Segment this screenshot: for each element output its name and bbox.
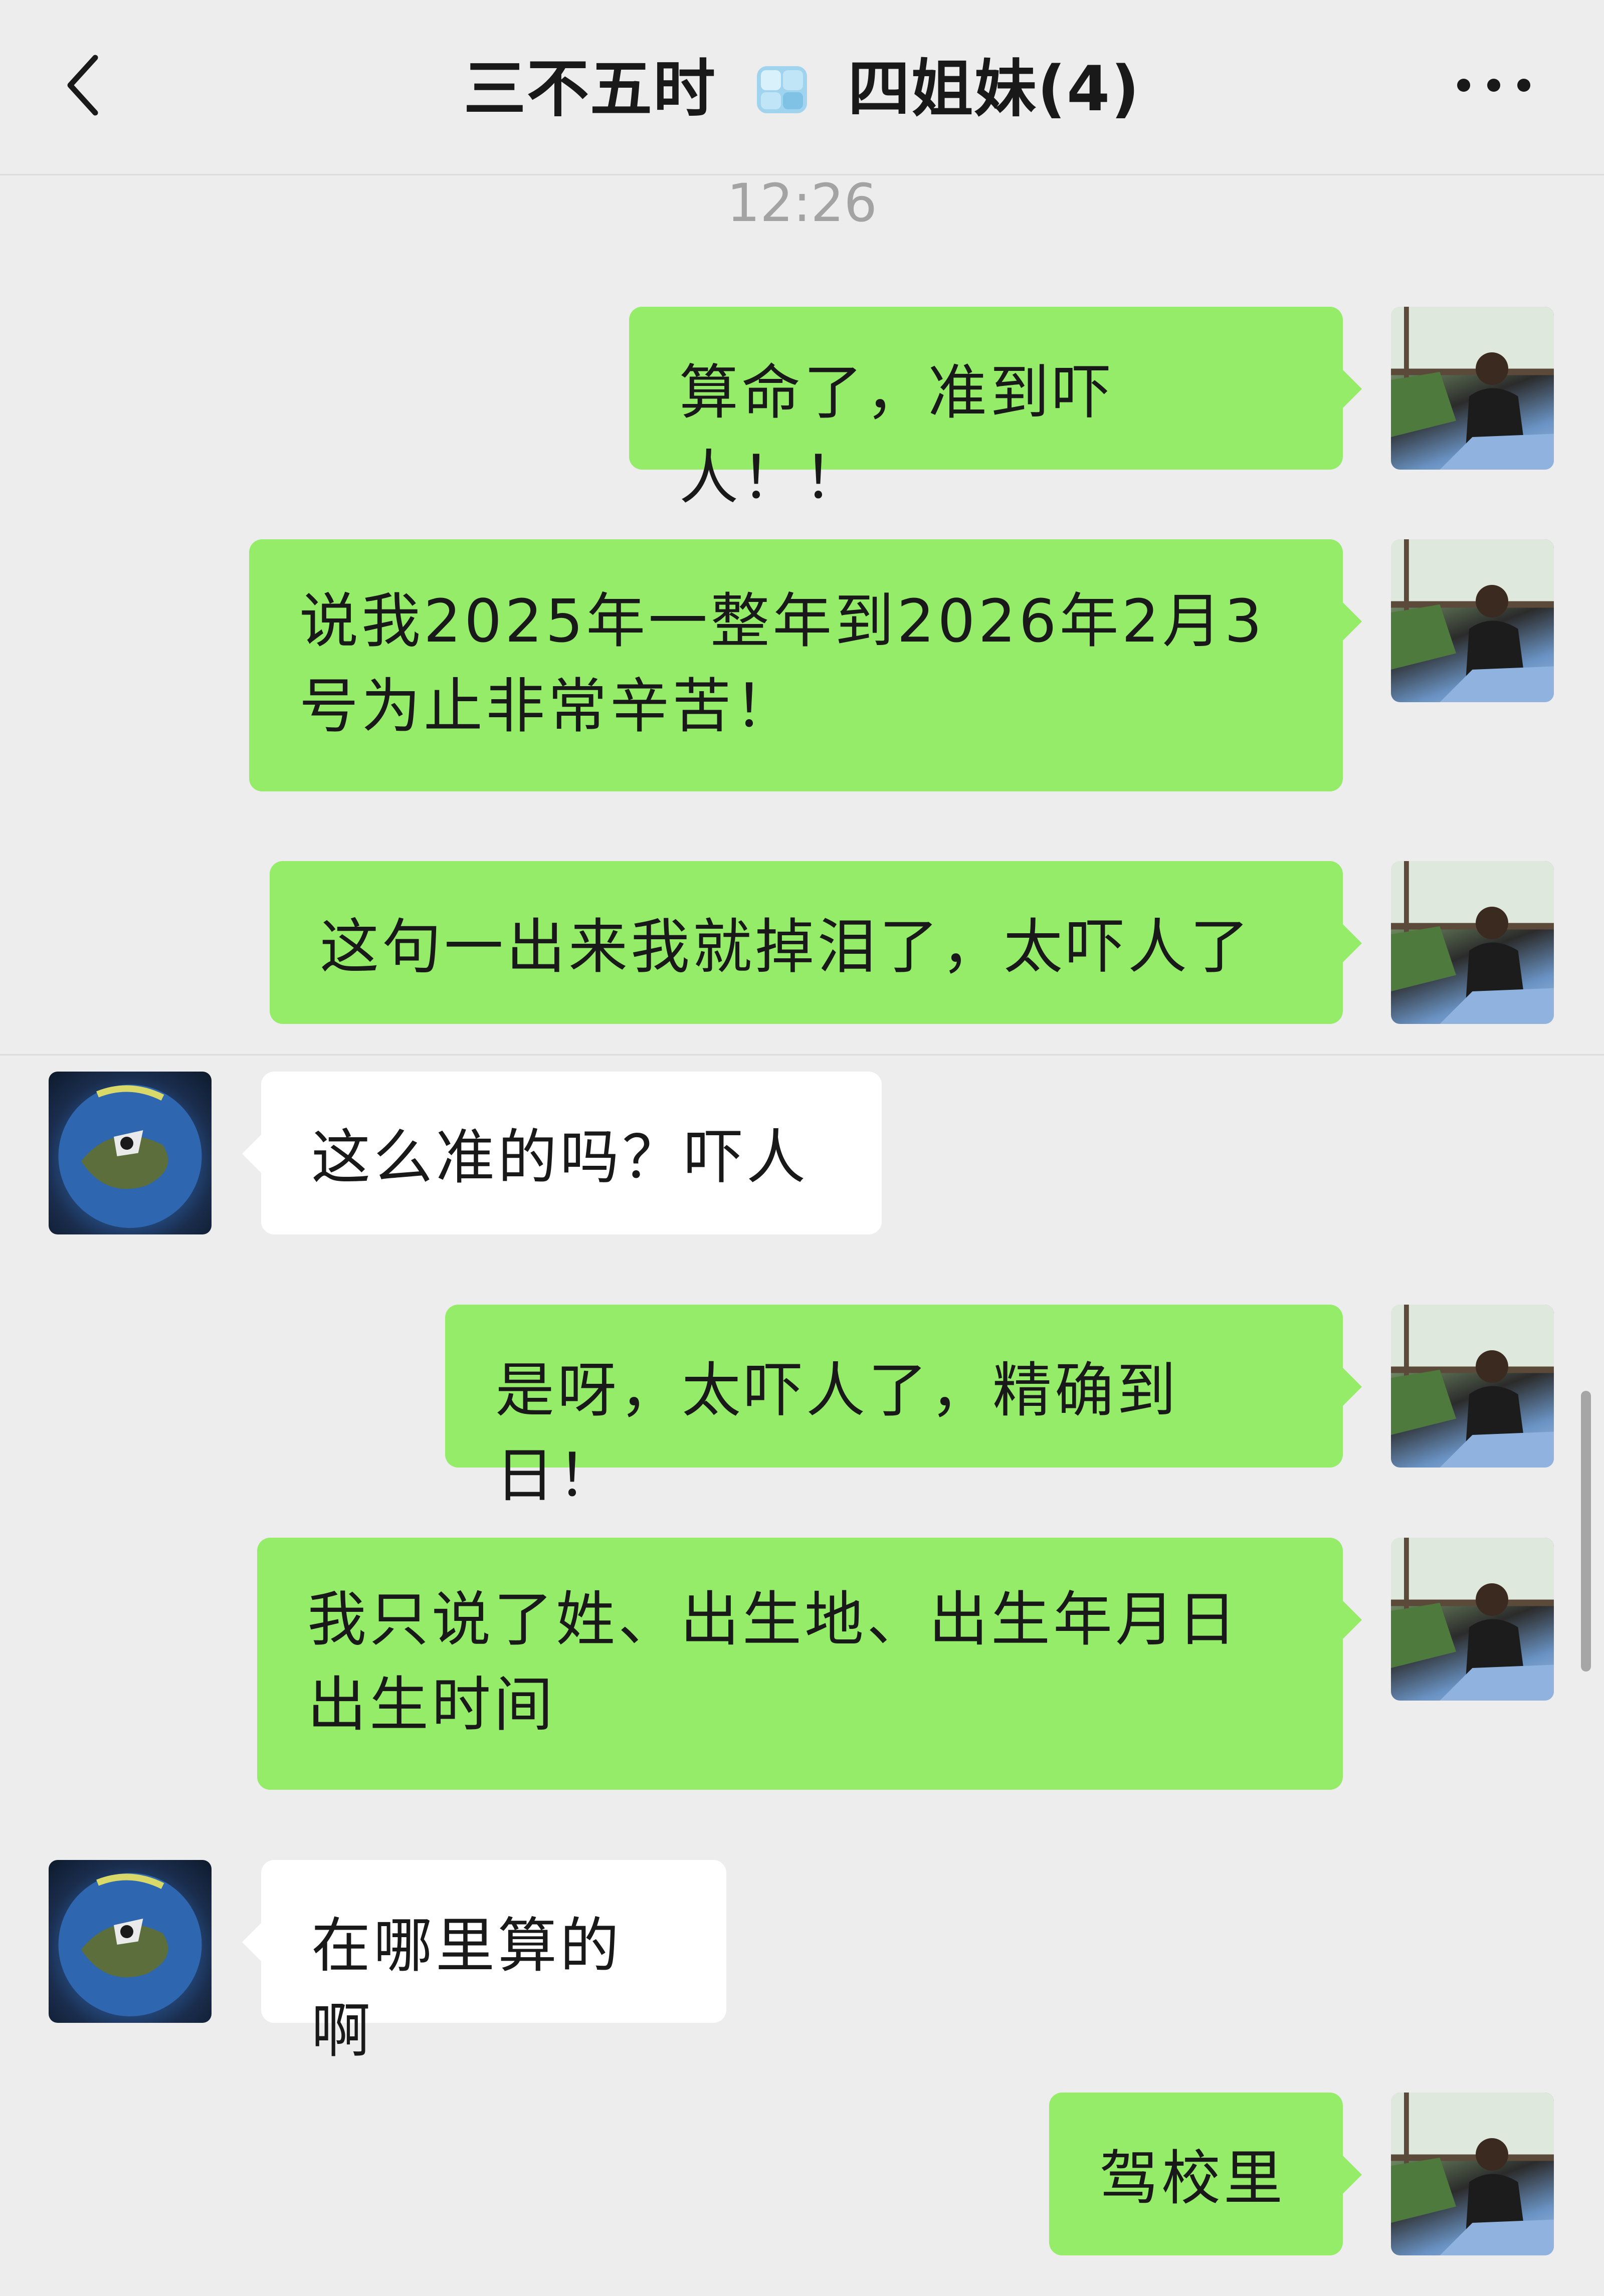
message-text: 这么准的吗？吓人 [311, 1123, 809, 1192]
avatar-photo [58, 1873, 202, 2016]
chat-header: 三不五时 四姐妹(4) [0, 0, 1604, 175]
avatar-photo [1391, 1305, 1554, 1468]
my-avatar[interactable] [1391, 1538, 1554, 1701]
friend-message-bubble[interactable]: 在哪里算的啊 [242, 1860, 726, 2065]
scrollbar[interactable] [1581, 1391, 1591, 1672]
my-message-bubble[interactable]: 这句一出来我就掉泪了，太吓人了 [270, 861, 1362, 1024]
my-avatar[interactable] [1391, 539, 1554, 702]
my-avatar[interactable] [1391, 2093, 1554, 2255]
my-message-bubble[interactable]: 是呀，太吓人了，精确到日！ [445, 1305, 1362, 1510]
message-text: 算命了，准到吓人！！ [679, 358, 1115, 512]
my-avatar[interactable] [1391, 861, 1554, 1024]
chat-title: 三不五时 四姐妹(4) [0, 48, 1604, 127]
avatar-photo [1391, 307, 1554, 470]
my-message-bubble[interactable]: 算命了，准到吓人！！ [629, 307, 1362, 512]
friend-avatar[interactable] [49, 1860, 212, 2023]
chat-title-part-1: 三不五时 [464, 53, 717, 125]
avatar-photo [1391, 1538, 1554, 1701]
my-message-bubble[interactable]: 驾校里 [1049, 2093, 1362, 2255]
message-text: 是呀，太吓人了，精确到日！ [495, 1356, 1179, 1510]
friend-avatar[interactable] [49, 1072, 212, 1234]
divider [0, 1054, 1604, 1056]
my-avatar[interactable] [1391, 1305, 1554, 1468]
message-text: 这句一出来我就掉泪了，太吓人了 [320, 912, 1253, 981]
message-timestamp: 12:26 [727, 172, 877, 234]
my-message-bubble[interactable]: 我只说了姓、出生地、出生年月日出生时间 [257, 1538, 1362, 1790]
my-avatar[interactable] [1391, 307, 1554, 470]
ice-cube-icon [757, 66, 808, 113]
message-text: 驾校里 [1099, 2144, 1286, 2213]
my-message-bubble[interactable]: 说我2025年一整年到2026年2月3号为止非常辛苦！ [249, 539, 1362, 791]
friend-message-bubble[interactable]: 这么准的吗？吓人 [242, 1072, 882, 1234]
avatar-photo [58, 1085, 202, 1228]
message-text: 我只说了姓、出生地、出生年月日出生时间 [307, 1585, 1240, 1739]
message-text: 说我2025年一整年到2026年2月3号为止非常辛苦！ [299, 586, 1265, 741]
avatar-photo [1391, 539, 1554, 702]
avatar-photo [1391, 2093, 1554, 2255]
message-text: 在哪里算的啊 [311, 1911, 623, 2065]
more-dots-icon[interactable] [1444, 55, 1544, 115]
chat-title-part-2: 四姐妹(4) [848, 53, 1140, 125]
avatar-photo [1391, 861, 1554, 1024]
